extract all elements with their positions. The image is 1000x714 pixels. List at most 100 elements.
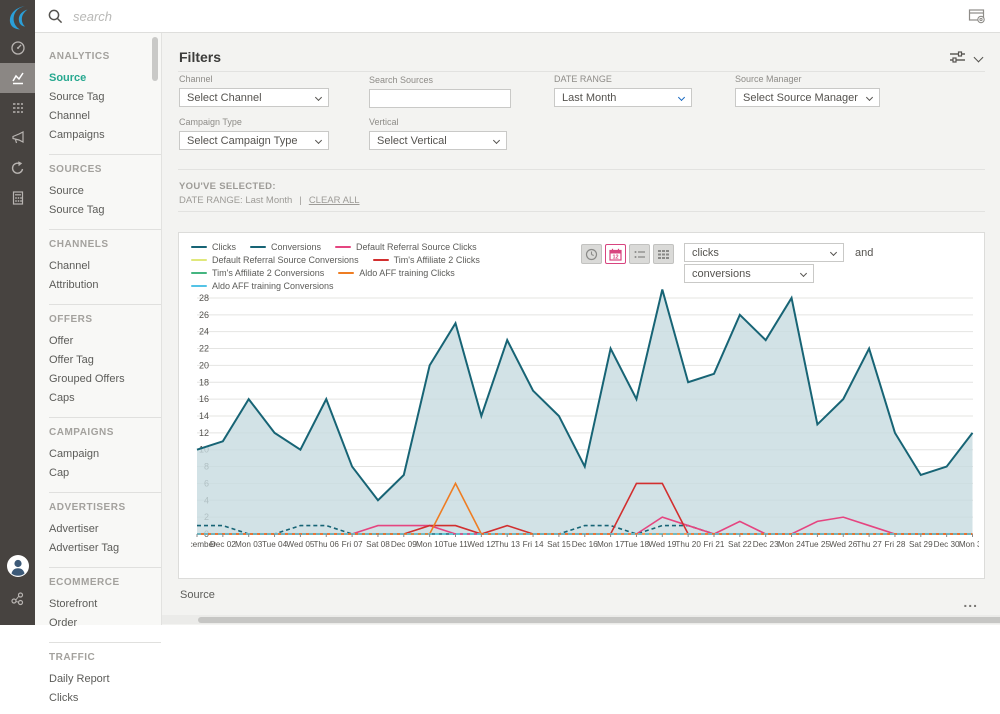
nav-section: ANALYTICSSourceSource TagChannelCampaign… — [49, 45, 161, 151]
search-sources-label: Search Sources — [369, 75, 511, 85]
legend-label: Default Referral Source Conversions — [212, 255, 359, 265]
sidebar-item-campaigns[interactable]: Campaigns — [49, 125, 143, 144]
campaign-type-select[interactable]: Select Campaign Type — [179, 131, 329, 150]
sidebar-item-channel[interactable]: Channel — [49, 256, 143, 275]
apps-share-icon[interactable] — [10, 591, 25, 611]
legend-label: Tim's Affiliate 2 Conversions — [212, 268, 324, 278]
x-tick-label: Fri 28 — [884, 540, 905, 549]
list-view-button[interactable] — [629, 244, 650, 264]
sidebar-item-offer-tag[interactable]: Offer Tag — [49, 350, 143, 369]
chevron-down-icon — [866, 94, 873, 101]
sidebar-item-storefront[interactable]: Storefront — [49, 594, 143, 613]
filters-collapse-chevron-icon[interactable] — [974, 52, 984, 62]
rail-dashboard-icon[interactable] — [0, 33, 35, 63]
x-tick-label: Mon 24 — [778, 540, 806, 549]
vertical-label: Vertical — [369, 117, 507, 127]
x-tick-label: Wed 12 — [467, 540, 496, 549]
sidebar-item-offer[interactable]: Offer — [49, 331, 143, 350]
y-tick-label: 20 — [199, 360, 209, 370]
table-view-button[interactable] — [653, 244, 674, 264]
legend-item[interactable]: Default Referral Source Clicks — [335, 242, 477, 252]
nav-section-header: ADVERTISERS — [49, 502, 143, 513]
window-settings-icon[interactable] — [968, 8, 986, 24]
chevron-down-icon — [493, 137, 500, 144]
rail-analytics-icon[interactable] — [0, 63, 35, 93]
channel-select[interactable]: Select Channel — [179, 88, 329, 107]
sidebar-item-source-tag[interactable]: Source Tag — [49, 200, 143, 219]
main-content: Filters Channel Select Channel Search So… — [162, 33, 1000, 625]
line-chart[interactable]: 0246810121416182022242628DecemberDec 02M… — [191, 289, 979, 561]
selected-title: YOU'VE SELECTED: — [179, 181, 360, 192]
sidebar-item-clicks[interactable]: Clicks — [49, 688, 143, 707]
nav-section-header: TRAFFIC — [49, 652, 143, 663]
y-tick-label: 22 — [199, 344, 209, 354]
sidebar-item-advertiser[interactable]: Advertiser — [49, 519, 143, 538]
legend-item[interactable]: Clicks — [191, 242, 236, 252]
calendar-view-button[interactable]: 12 — [605, 244, 626, 264]
search-input[interactable]: search — [73, 9, 112, 24]
time-view-button[interactable] — [581, 244, 602, 264]
channel-label: Channel — [179, 74, 329, 84]
source-manager-label: Source Manager — [735, 74, 880, 84]
rail-offers-icon[interactable] — [0, 93, 35, 123]
legend-swatch — [191, 272, 207, 275]
nav-section-header: CHANNELS — [49, 239, 143, 250]
user-avatar[interactable] — [6, 554, 30, 583]
source-manager-select[interactable]: Select Source Manager — [735, 88, 880, 107]
sidebar-item-channel[interactable]: Channel — [49, 106, 143, 125]
legend-label: Clicks — [212, 242, 236, 252]
legend-item[interactable]: Aldo AFF training Clicks — [338, 268, 455, 278]
filters-title: Filters — [179, 49, 221, 65]
chevron-down-icon — [830, 249, 837, 256]
legend-swatch — [191, 259, 207, 262]
horizontal-scrollbar-thumb[interactable] — [198, 617, 1000, 623]
filter-sliders-icon[interactable] — [950, 51, 965, 63]
legend-label: Aldo AFF training Clicks — [359, 268, 455, 278]
metric-b-select[interactable]: conversions — [684, 264, 814, 283]
search-icon — [48, 9, 63, 24]
sidebar-scrollbar[interactable] — [152, 37, 158, 81]
x-tick-label: Sat 15 — [547, 540, 571, 549]
rail-conversions-icon[interactable] — [0, 153, 35, 183]
search-bar[interactable]: search — [48, 0, 112, 33]
sidebar-item-source-tag[interactable]: Source Tag — [49, 87, 143, 106]
sidebar-item-cap[interactable]: Cap — [49, 463, 143, 482]
sidebar-item-campaign[interactable]: Campaign — [49, 444, 143, 463]
sidebar-item-attribution[interactable]: Attribution — [49, 275, 143, 294]
x-tick-label: Thu 20 — [675, 540, 701, 549]
more-options-button[interactable]: ... — [963, 594, 978, 610]
nav-section: OFFERSOfferOffer TagGrouped OffersCaps — [49, 304, 161, 414]
x-tick-label: Wed 19 — [648, 540, 677, 549]
vertical-select[interactable]: Select Vertical — [369, 131, 507, 150]
sidebar-item-daily-report[interactable]: Daily Report — [49, 669, 143, 688]
chart-legend: Clicks Conversions Default Referral Source… — [191, 242, 591, 291]
x-tick-label: Dec 02 — [210, 540, 236, 549]
rail-campaigns-icon[interactable] — [0, 123, 35, 153]
x-tick-label: Dec 16 — [572, 540, 598, 549]
sidebar-item-source[interactable]: Source — [49, 181, 143, 200]
search-sources-input[interactable] — [369, 89, 511, 108]
app-logo[interactable] — [0, 0, 35, 33]
clear-all-link[interactable]: CLEAR ALL — [309, 195, 360, 206]
x-tick-label: Wed 05 — [286, 540, 315, 549]
legend-item[interactable]: Tim's Affiliate 2 Clicks — [373, 255, 480, 265]
sidebar-item-caps[interactable]: Caps — [49, 388, 143, 407]
legend-item[interactable]: Default Referral Source Conversions — [191, 255, 359, 265]
metric-a-select[interactable]: clicks — [684, 243, 844, 262]
sidebar-nav: ANALYTICSSourceSource TagChannelCampaign… — [35, 33, 162, 625]
sidebar-item-advertiser-tag[interactable]: Advertiser Tag — [49, 538, 143, 557]
sidebar-item-grouped-offers[interactable]: Grouped Offers — [49, 369, 143, 388]
sidebar-item-source[interactable]: Source — [49, 68, 143, 87]
nav-section: ADVERTISERS AdvertiserAdvertiser Tag — [49, 492, 161, 564]
sidebar-item-order[interactable]: Order — [49, 613, 143, 632]
y-tick-label: 28 — [199, 293, 209, 303]
rail-reports-icon[interactable] — [0, 183, 35, 213]
legend-swatch — [373, 259, 389, 262]
legend-item[interactable]: Conversions — [250, 242, 321, 252]
y-tick-label: 26 — [199, 310, 209, 320]
legend-swatch — [338, 272, 354, 275]
y-tick-label: 14 — [199, 411, 209, 421]
legend-item[interactable]: Tim's Affiliate 2 Conversions — [191, 268, 324, 278]
nav-section: ECOMMERCEStorefrontOrder — [49, 567, 161, 639]
date-range-select[interactable]: Last Month — [554, 88, 692, 107]
